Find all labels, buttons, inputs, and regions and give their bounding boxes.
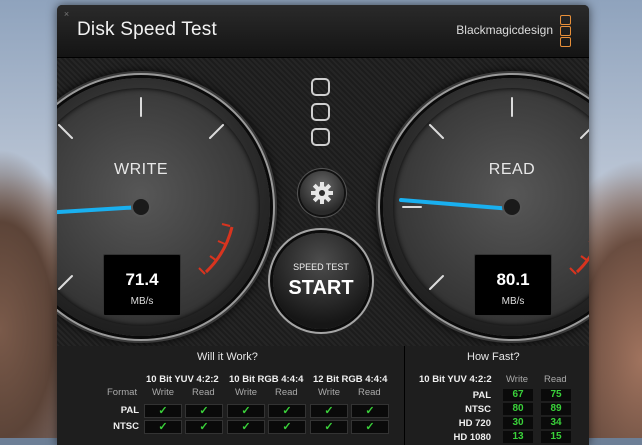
write-gauge-label: WRITE [113,161,169,178]
results-section: Will it Work? How Fast? 10 Bit YUV 4:2:2… [57,346,589,445]
group-header-yuv: 10 Bit YUV 4:2:2 [146,374,219,385]
speed-row-format: NTSC [465,404,491,415]
group-header-rgb10: 10 Bit RGB 4:4:4 [229,374,304,385]
speed-write-value: 30 [503,417,533,429]
start-button-sub-label: SPEED TEST [293,262,349,272]
how-fast-read-header: Read [544,374,567,385]
check-icon: ✓ [227,420,265,434]
check-icon: ✓ [268,404,306,418]
check-icon: ✓ [227,404,265,418]
check-icon: ✓ [351,404,389,418]
format-column-header: Format [107,387,138,398]
read-speed-readout: 80.1 MB/s [474,254,552,316]
sub-header-read: Read [192,387,215,398]
sub-header-write: Write [318,387,340,398]
speed-read-value: 75 [541,389,571,401]
write-speed-value: 71.4 [125,270,159,289]
speed-read-value: 89 [541,403,571,415]
check-icon: ✓ [310,404,348,418]
how-fast-write-header: Write [506,374,528,385]
check-icon: ✓ [185,420,223,434]
check-icon: ✓ [351,420,389,434]
speed-row-format: HD 720 [458,418,491,429]
check-icon: ✓ [144,420,182,434]
disk-speed-test-window: × Disk Speed Test Blackmagicdesign WRITE… [57,5,589,445]
check-icon: ✓ [268,420,306,434]
how-fast-title: How Fast? [467,351,520,363]
start-button-label: START [288,277,354,299]
test-size-button[interactable] [311,128,330,146]
brand-name: Blackmagicdesign [456,23,553,37]
speed-test-start-button[interactable]: SPEED TEST START [273,233,369,329]
gear-icon [311,182,333,204]
format-row-label: PAL [120,405,139,416]
app-title: Disk Speed Test [77,19,217,40]
write-needle-hub [131,197,151,217]
speed-read-value: 34 [541,417,571,429]
how-fast-group-header: 10 Bit YUV 4:2:2 [419,374,492,385]
sub-header-read: Read [275,387,298,398]
title-bar: × Disk Speed Test Blackmagicdesign [57,5,589,58]
speed-write-value: 13 [503,431,533,443]
speed-write-value: 80 [503,403,533,415]
check-icon: ✓ [310,420,348,434]
sub-header-write: Write [235,387,257,398]
write-speed-readout: 71.4 MB/s [103,254,181,316]
close-button[interactable]: × [62,10,71,19]
read-needle-hub [502,197,522,217]
speed-write-value: 67 [503,389,533,401]
write-needle [57,205,143,215]
speed-row-format: PAL [472,390,491,401]
read-gauge-label: READ [488,161,536,178]
write-speed-unit: MB/s [130,296,154,307]
check-icon: ✓ [144,404,182,418]
sub-header-write: Write [152,387,174,398]
check-icon: ✓ [185,404,223,418]
section-divider [404,346,405,445]
write-gauge: WRITE 71.4 MB/s [57,78,270,336]
settings-button[interactable] [300,171,344,215]
read-gauge: READ 80.1 MB/s [383,78,589,336]
will-it-work-title: Will it Work? [197,351,258,363]
write-redline-arc [204,226,234,274]
stress-button[interactable] [311,103,330,121]
blackmagic-logo-icon [560,15,571,47]
read-redline-ticks [569,241,589,275]
read-speed-value: 80.1 [496,270,530,289]
speed-read-value: 15 [541,431,571,443]
sub-header-read: Read [358,387,381,398]
read-speed-unit: MB/s [501,296,525,307]
target-drive-button[interactable] [311,78,330,96]
read-redline-arc [575,255,589,274]
gauge-panel: WRITE 71.4 MB/s READ 80.1 MB/s SPEED TES… [57,58,589,346]
format-row-label: NTSC [113,421,139,432]
group-header-rgb12: 12 Bit RGB 4:4:4 [313,374,388,385]
